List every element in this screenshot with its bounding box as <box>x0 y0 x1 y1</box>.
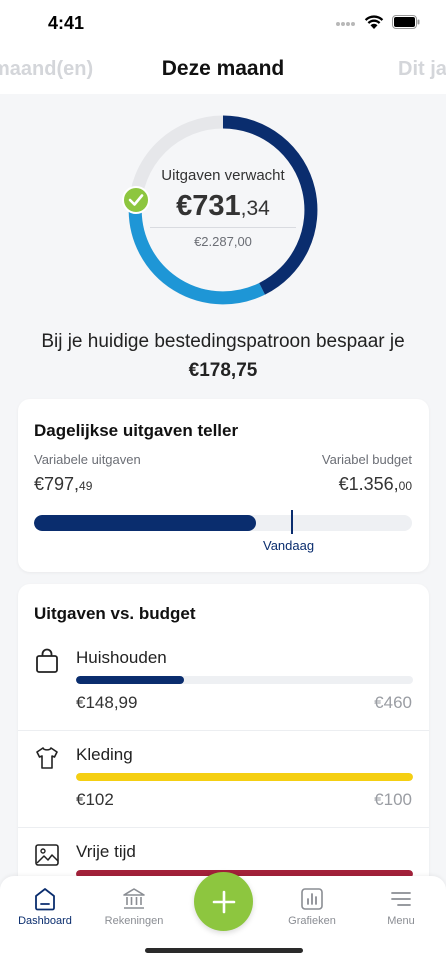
category-name: Huishouden <box>76 648 167 667</box>
variable-budget-cents: 00 <box>398 479 412 493</box>
category-spent: €102 <box>76 790 114 809</box>
status-time: 4:41 <box>48 13 85 33</box>
donut-divider <box>150 227 296 228</box>
expected-amount-cents: ,34 <box>240 197 270 220</box>
category-row-kleding[interactable]: Kleding €102 €100 <box>18 731 429 828</box>
plus-icon <box>212 890 235 913</box>
category-name: Vrije tijd <box>76 842 136 861</box>
status-bar: 4:41 <box>0 0 446 48</box>
variable-budget-main: €1.356, <box>338 474 399 494</box>
daily-progress-track <box>34 515 412 531</box>
savings-amount: €178,75 <box>188 360 258 381</box>
savings-text: Bij je huidige bestedingspatroon bespaar… <box>41 331 405 352</box>
home-indicator <box>145 948 303 953</box>
tab-label: Grafieken <box>288 915 336 927</box>
expected-amount-main: €731 <box>176 190 241 222</box>
shirt-icon <box>36 747 58 769</box>
category-progress-fill <box>76 773 413 781</box>
period-tab-current[interactable]: Deze maand <box>0 57 446 81</box>
signal-icon <box>336 22 355 26</box>
add-transaction-button[interactable] <box>194 872 253 931</box>
expenses-overview: Uitgaven verwacht €731,34 €2.287,00 Bij … <box>0 94 446 394</box>
variable-spending-main: €797, <box>34 474 80 494</box>
shopping-bag-icon <box>36 648 58 673</box>
total-amount: €2.287,00 <box>194 234 252 249</box>
variable-budget-value: €1.356,00 <box>339 474 412 495</box>
today-label: Vandaag <box>263 538 315 553</box>
tab-menu[interactable]: Menu <box>361 886 441 927</box>
tab-label: Menu <box>387 915 415 927</box>
category-spent: €148,99 <box>76 693 138 712</box>
variable-spending-value: €797,49 <box>34 474 92 495</box>
budget-card: Uitgaven vs. budget Huishouden €148,99 €… <box>18 584 429 894</box>
home-icon <box>35 888 55 911</box>
expected-label: Uitgaven verwacht <box>161 167 285 184</box>
variable-budget-label: Variabel budget <box>321 452 412 467</box>
menu-icon <box>391 892 411 906</box>
today-marker <box>291 510 293 534</box>
period-header: maand(en) Deze maand Dit ja <box>0 48 446 94</box>
tab-label: Dashboard <box>18 915 72 927</box>
tab-rekeningen[interactable]: Rekeningen <box>94 886 174 927</box>
variable-spending-label: Variabele uitgaven <box>34 452 141 467</box>
budget-card-title: Uitgaven vs. budget <box>34 604 196 623</box>
check-badge <box>122 186 150 214</box>
donut-center: Uitgaven verwacht €731,34 €2.287,00 <box>150 167 296 249</box>
category-progress-track <box>76 676 413 684</box>
expected-amount: €731,34 <box>150 190 296 223</box>
status-icons <box>336 14 420 30</box>
bank-icon <box>123 888 145 909</box>
category-budget: €460 <box>374 693 412 712</box>
wifi-icon <box>364 15 384 29</box>
chart-icon <box>301 888 323 910</box>
category-name: Kleding <box>76 745 133 764</box>
tab-dashboard[interactable]: Dashboard <box>5 886 85 927</box>
tab-label: Rekeningen <box>104 915 164 927</box>
category-progress-track <box>76 773 413 781</box>
daily-card-title: Dagelijkse uitgaven teller <box>34 421 239 440</box>
battery-icon <box>392 15 420 29</box>
category-budget: €100 <box>374 790 412 809</box>
period-tab-next[interactable]: Dit ja <box>398 58 446 81</box>
category-progress-fill <box>76 676 184 684</box>
daily-progress-fill <box>34 515 257 531</box>
image-icon <box>35 844 59 866</box>
category-row-huishouden[interactable]: Huishouden €148,99 €460 <box>18 634 429 731</box>
tab-grafieken[interactable]: Grafieken <box>272 886 352 927</box>
daily-spending-card[interactable]: Dagelijkse uitgaven teller Variabele uit… <box>18 399 429 572</box>
variable-spending-cents: 49 <box>79 479 93 493</box>
